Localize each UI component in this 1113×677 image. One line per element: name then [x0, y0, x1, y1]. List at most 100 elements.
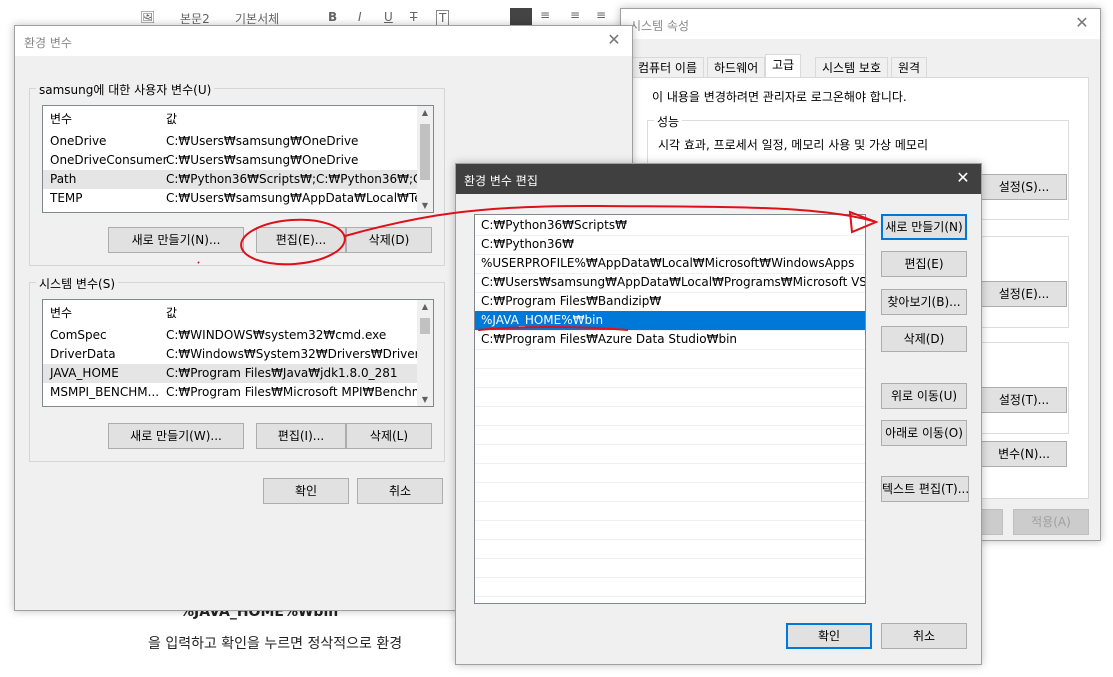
align-center-icon[interactable]: ≡: [540, 8, 550, 22]
var-name: TEMP: [50, 191, 83, 205]
table-row[interactable]: TEMP C:₩Users₩samsung₩AppData₩Local₩Temp: [43, 189, 433, 208]
system-new-button[interactable]: 새로 만들기(W)...: [108, 423, 244, 449]
table-row[interactable]: Path C:₩Python36₩Scripts₩;C:₩Python36₩;C…: [43, 170, 433, 189]
edit-titlebar: 환경 변수 편집 ✕: [456, 164, 981, 194]
column-variable[interactable]: 변수: [50, 304, 72, 321]
table-row[interactable]: OneDriveConsumer C:₩Users₩samsung₩OneDri…: [43, 151, 417, 170]
empty-row[interactable]: [475, 387, 865, 407]
user-delete-button[interactable]: 삭제(D): [346, 227, 432, 253]
list-item-selected[interactable]: %JAVA_HOME%₩bin: [475, 311, 865, 331]
scroll-down-icon[interactable]: ▼: [417, 395, 433, 404]
scroll-thumb[interactable]: [420, 124, 430, 180]
list-item[interactable]: C:₩Python36₩Scripts₩: [475, 216, 865, 236]
column-value[interactable]: 값: [166, 304, 177, 321]
empty-row[interactable]: [475, 406, 865, 426]
var-name: ComSpec: [50, 328, 107, 342]
column-variable[interactable]: 변수: [50, 110, 72, 127]
list-item[interactable]: %USERPROFILE%₩AppData₩Local₩Microsoft₩Wi…: [475, 254, 865, 274]
close-icon[interactable]: ✕: [1072, 13, 1092, 32]
table-row[interactable]: ComSpec C:₩WINDOWS₩system32₩cmd.exe: [43, 326, 417, 345]
empty-row[interactable]: [475, 482, 865, 502]
move-down-button[interactable]: 아래로 이동(O): [881, 420, 967, 446]
performance-label: 성능: [654, 113, 683, 130]
close-icon[interactable]: ✕: [604, 30, 624, 49]
list-item[interactable]: C:₩Users₩samsung₩AppData₩Local₩Programs₩…: [475, 273, 865, 293]
var-name: OneDriveConsumer: [50, 153, 168, 167]
env-ok-button[interactable]: 확인: [263, 478, 349, 504]
new-path-button[interactable]: 새로 만들기(N): [881, 214, 967, 240]
image-icon[interactable]: 🖼: [140, 10, 155, 24]
table-row[interactable]: OneDrive C:₩Users₩samsung₩OneDrive: [43, 132, 417, 151]
tab-remote[interactable]: 원격: [891, 57, 928, 78]
list-item[interactable]: C:₩Program Files₩Bandizip₩: [475, 292, 865, 312]
empty-row[interactable]: [475, 425, 865, 445]
scrollbar[interactable]: ▲ ▼: [417, 106, 433, 212]
empty-row[interactable]: [475, 444, 865, 464]
var-value: C:₩Users₩samsung₩OneDrive: [166, 134, 359, 148]
edit-path-button[interactable]: 편집(E): [881, 251, 967, 277]
scrollbar[interactable]: ▲ ▼: [417, 300, 433, 406]
system-delete-button[interactable]: 삭제(L): [346, 423, 432, 449]
user-variables-list[interactable]: 변수 값 OneDrive C:₩Users₩samsung₩OneDrive …: [42, 105, 434, 213]
italic-button[interactable]: I: [358, 10, 362, 24]
path-entry: C:₩Python36₩Scripts₩: [481, 218, 627, 232]
system-variables-group: 시스템 변수(S) 변수 값 ComSpec C:₩WINDOWS₩system…: [29, 275, 445, 462]
table-row[interactable]: JAVA_HOME C:₩Program Files₩Java₩jdk1.8.0…: [43, 364, 417, 383]
sysprop-title: 시스템 속성: [630, 19, 690, 33]
path-list[interactable]: C:₩Python36₩Scripts₩ C:₩Python36₩ %USERP…: [474, 214, 866, 604]
var-name: DriverData: [50, 347, 116, 361]
scroll-down-icon[interactable]: ▼: [417, 201, 433, 210]
tab-hardware[interactable]: 하드웨어: [707, 57, 766, 78]
browse-button[interactable]: 찾아보기(B)...: [881, 289, 967, 315]
empty-row[interactable]: [475, 577, 865, 597]
var-name: OneDrive: [50, 134, 107, 148]
tab-system-protection[interactable]: 시스템 보호: [815, 57, 889, 78]
empty-row[interactable]: [475, 501, 865, 521]
edit-ok-button[interactable]: 확인: [786, 623, 872, 649]
align-justify-icon[interactable]: ≡: [596, 8, 606, 22]
performance-settings-button[interactable]: 설정(S)...: [981, 174, 1067, 200]
column-value[interactable]: 값: [166, 110, 177, 127]
user-edit-button[interactable]: 편집(E)...: [256, 227, 346, 253]
table-row[interactable]: MSMPI_BENCHM... C:₩Program Files₩Microso…: [43, 383, 433, 402]
edit-cancel-button[interactable]: 취소: [881, 623, 967, 649]
user-new-button[interactable]: 새로 만들기(N)...: [108, 227, 244, 253]
startup-settings-button[interactable]: 설정(T)...: [981, 387, 1067, 413]
empty-row[interactable]: [475, 368, 865, 388]
move-up-button[interactable]: 위로 이동(U): [881, 383, 967, 409]
bold-button[interactable]: B: [328, 10, 337, 24]
align-right-icon[interactable]: ≡: [570, 8, 580, 22]
env-cancel-button[interactable]: 취소: [357, 478, 443, 504]
tab-advanced[interactable]: 고급: [765, 54, 802, 79]
close-icon[interactable]: ✕: [953, 168, 973, 187]
environment-variables-button[interactable]: 변수(N)...: [981, 441, 1067, 467]
list-item[interactable]: C:₩Python36₩: [475, 235, 865, 255]
scroll-thumb[interactable]: [420, 318, 430, 334]
empty-row[interactable]: [475, 558, 865, 578]
system-variables-list[interactable]: 변수 값 ComSpec C:₩WINDOWS₩system32₩cmd.exe…: [42, 299, 434, 407]
path-entry: %JAVA_HOME%₩bin: [481, 313, 604, 327]
document-text-line: 을 입력하고 확인을 누르면 정삭적으로 환경: [148, 636, 403, 652]
delete-path-button[interactable]: 삭제(D): [881, 326, 967, 352]
system-edit-button[interactable]: 편집(I)...: [256, 423, 346, 449]
empty-row[interactable]: [475, 520, 865, 540]
scroll-up-icon[interactable]: ▲: [417, 108, 433, 117]
list-item[interactable]: C:₩Program Files₩Azure Data Studio₩bin: [475, 330, 865, 350]
apply-button[interactable]: 적용(A): [1013, 509, 1089, 535]
tab-computer-name[interactable]: 컴퓨터 이름: [631, 57, 705, 78]
path-entry: C:₩Python36₩: [481, 237, 575, 251]
underline-button[interactable]: U: [384, 10, 393, 24]
edit-text-button[interactable]: 텍스트 편집(T)...: [881, 476, 969, 502]
scroll-up-icon[interactable]: ▲: [417, 302, 433, 311]
empty-row[interactable]: [475, 349, 865, 369]
profile-settings-button[interactable]: 설정(E)...: [981, 281, 1067, 307]
empty-row[interactable]: [475, 463, 865, 483]
empty-row[interactable]: [475, 539, 865, 559]
strike-button[interactable]: T: [410, 10, 417, 24]
user-variables-group: samsung에 대한 사용자 변수(U) 변수 값 OneDrive C:₩U…: [29, 81, 445, 266]
table-row[interactable]: DriverData C:₩Windows₩System32₩Drivers₩D…: [43, 345, 433, 364]
list-header: 변수 값: [43, 106, 417, 126]
env-titlebar: 환경 변수 ✕: [15, 26, 632, 56]
text-box-button[interactable]: T: [436, 10, 450, 26]
var-name: Path: [50, 172, 77, 186]
